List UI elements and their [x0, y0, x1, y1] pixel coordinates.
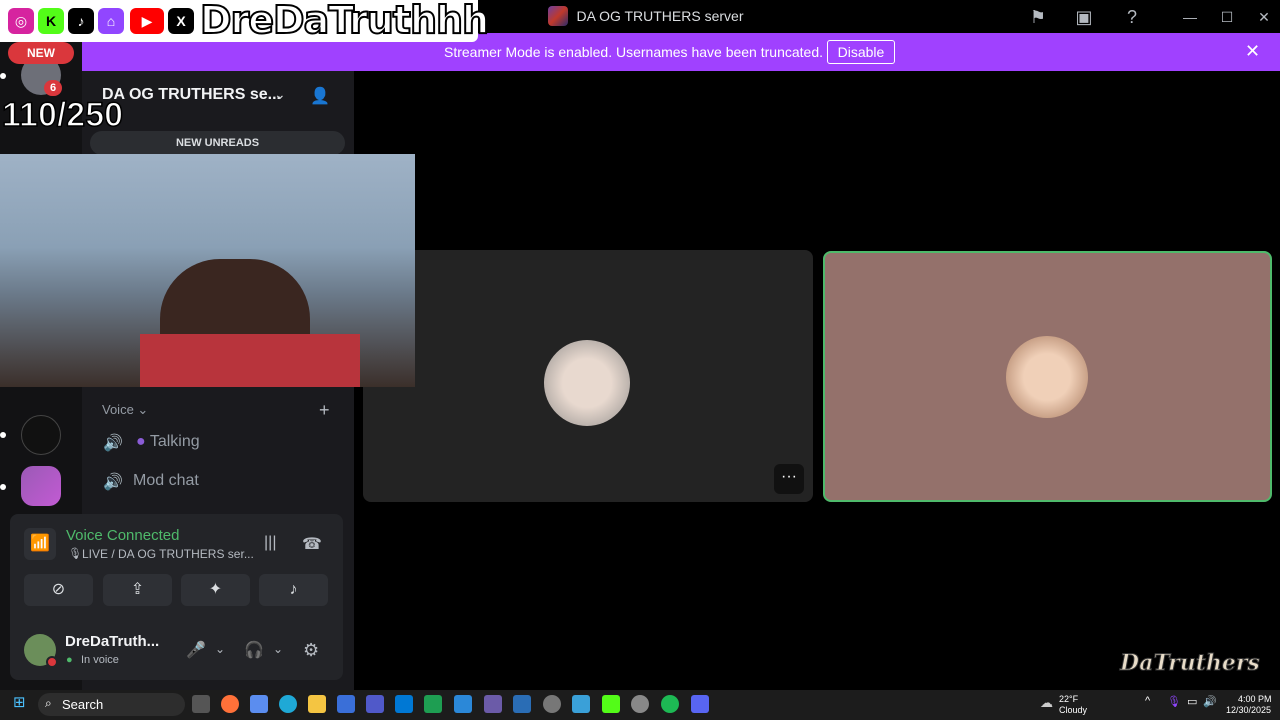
disable-streamer-mode-button[interactable]: Disable [827, 40, 895, 64]
banner-message: Streamer Mode is enabled. Usernames have… [444, 44, 823, 60]
cloud-icon: ☁ [1040, 695, 1053, 710]
soundboard-button[interactable]: ♪ [259, 574, 328, 606]
channel-mod-chat[interactable]: Mod chat [133, 472, 199, 490]
server-phantoms[interactable] [21, 415, 61, 455]
chevron-down-icon[interactable]: ⌄ [273, 642, 283, 656]
new-badge[interactable]: NEW [8, 42, 74, 64]
youtube-icon: ▶ [130, 8, 164, 34]
signal-icon[interactable]: 📶 [24, 528, 56, 560]
task-view-icon[interactable] [192, 695, 210, 713]
search-label: Search [62, 697, 104, 712]
inbox-icon[interactable]: ▣ [1073, 6, 1095, 28]
teams-icon[interactable] [366, 695, 384, 713]
activities-button[interactable]: ✦ [181, 574, 250, 606]
participant-avatar [544, 340, 630, 426]
status-dot [46, 656, 58, 668]
voice-status-icon: ● [66, 654, 73, 666]
server-badge: 6 [44, 80, 62, 96]
server-purple[interactable] [21, 466, 61, 506]
more-options-icon[interactable]: ··· [774, 464, 804, 494]
participant-avatar [1006, 336, 1088, 418]
chevron-down-icon[interactable]: ⌄ [274, 86, 286, 103]
copilot-icon[interactable] [250, 695, 268, 713]
display-icon[interactable]: ▭ [1187, 695, 1197, 708]
taskbar-search[interactable]: ⌕ Search [38, 693, 185, 716]
invite-icon[interactable]: 👤 [310, 86, 330, 106]
username[interactable]: DreDaTruth... [65, 633, 159, 650]
kick-icon: K [38, 8, 64, 34]
chevron-down-icon[interactable]: ⌄ [215, 642, 225, 656]
app-icon[interactable] [513, 695, 531, 713]
share-screen-button[interactable]: ⇪ [103, 574, 172, 606]
add-channel-icon[interactable]: + [319, 400, 330, 421]
twitch-icon: ⌂ [98, 8, 124, 34]
voice-channel-label[interactable]: LIVE / DA OG TRUTHERS ser... [82, 547, 254, 561]
sub-goal-counter: 110/250 [1, 95, 124, 135]
user-status: In voice [81, 654, 119, 666]
app-icon[interactable] [484, 695, 502, 713]
server-name[interactable]: DA OG TRUTHERS se... [102, 86, 281, 104]
store-icon[interactable] [337, 695, 355, 713]
kick-app-icon[interactable] [602, 695, 620, 713]
category-voice[interactable]: Voice ⌄ [102, 402, 148, 418]
noise-suppression-icon[interactable]: ||| [264, 534, 276, 552]
speaker-icon: 🔊 [103, 435, 123, 452]
close-window-button[interactable]: ✕ [1253, 6, 1275, 28]
search-icon: ⌕ [45, 696, 52, 710]
help-icon[interactable]: ? [1121, 6, 1143, 28]
shirt [140, 334, 360, 387]
gamebar-icon[interactable] [424, 695, 442, 713]
weather-temp[interactable]: 22°F [1059, 694, 1078, 704]
streamer-name: DreDaTruthhh [199, 0, 490, 43]
watermark-logo: DaTruthers [1120, 650, 1261, 677]
unread-pip [0, 432, 6, 438]
flag-icon[interactable]: ⚑ [1027, 6, 1049, 28]
outlook-icon[interactable] [395, 695, 413, 713]
windows-start-icon[interactable]: ⊞ [13, 695, 29, 711]
chevron-up-icon[interactable]: ^ [1145, 695, 1150, 707]
tiktok-icon: ♪ [68, 8, 94, 34]
mic-small-icon: 🎙 [68, 548, 82, 560]
social-overlay: ◎ K ♪ ⌂ ▶ X DreDaTruthhh [0, 0, 490, 43]
video-tile[interactable]: ··· [363, 250, 813, 502]
clock-date[interactable]: 12/30/2025 [1226, 705, 1271, 715]
clock-time[interactable]: 4:00 PM [1238, 694, 1272, 704]
voice-connected-label[interactable]: Voice Connected [66, 527, 179, 544]
firefox-icon[interactable] [221, 695, 239, 713]
settings-app-icon[interactable] [543, 695, 561, 713]
locked-speaker-icon: 🔊 [103, 474, 123, 491]
app-icon[interactable] [572, 695, 590, 713]
instagram-icon: ◎ [8, 8, 34, 34]
edge-icon[interactable] [279, 695, 297, 713]
settings-icon[interactable]: ⚙ [303, 640, 319, 661]
unread-pip [0, 484, 6, 490]
spotify-icon[interactable] [661, 695, 679, 713]
minimize-button[interactable]: — [1179, 6, 1201, 28]
mic-tray-icon[interactable]: 🎙 [1167, 695, 1181, 708]
headphones-icon[interactable]: 🎧 [244, 640, 264, 660]
microphone-icon[interactable]: 🎤 [186, 640, 206, 660]
app-icon[interactable] [631, 695, 649, 713]
camera-off-button[interactable]: ⊘ [24, 574, 93, 606]
volume-icon[interactable]: 🔊 [1203, 695, 1217, 708]
app-icon[interactable] [454, 695, 472, 713]
close-banner-icon[interactable]: ✕ [1245, 41, 1260, 62]
maximize-button[interactable]: ☐ [1216, 6, 1238, 28]
file-explorer-icon[interactable] [308, 695, 326, 713]
unread-pip [0, 73, 6, 79]
video-tile-speaking[interactable] [823, 251, 1272, 502]
discord-icon[interactable] [691, 695, 709, 713]
channel-talking[interactable]: ● Talking [136, 433, 200, 451]
disconnect-icon[interactable]: ☎ [302, 534, 322, 554]
x-icon: X [168, 8, 194, 34]
webcam-feed [0, 154, 415, 387]
weather-desc[interactable]: Cloudy [1059, 705, 1087, 715]
new-unreads-pill[interactable]: NEW UNREADS [90, 131, 345, 155]
